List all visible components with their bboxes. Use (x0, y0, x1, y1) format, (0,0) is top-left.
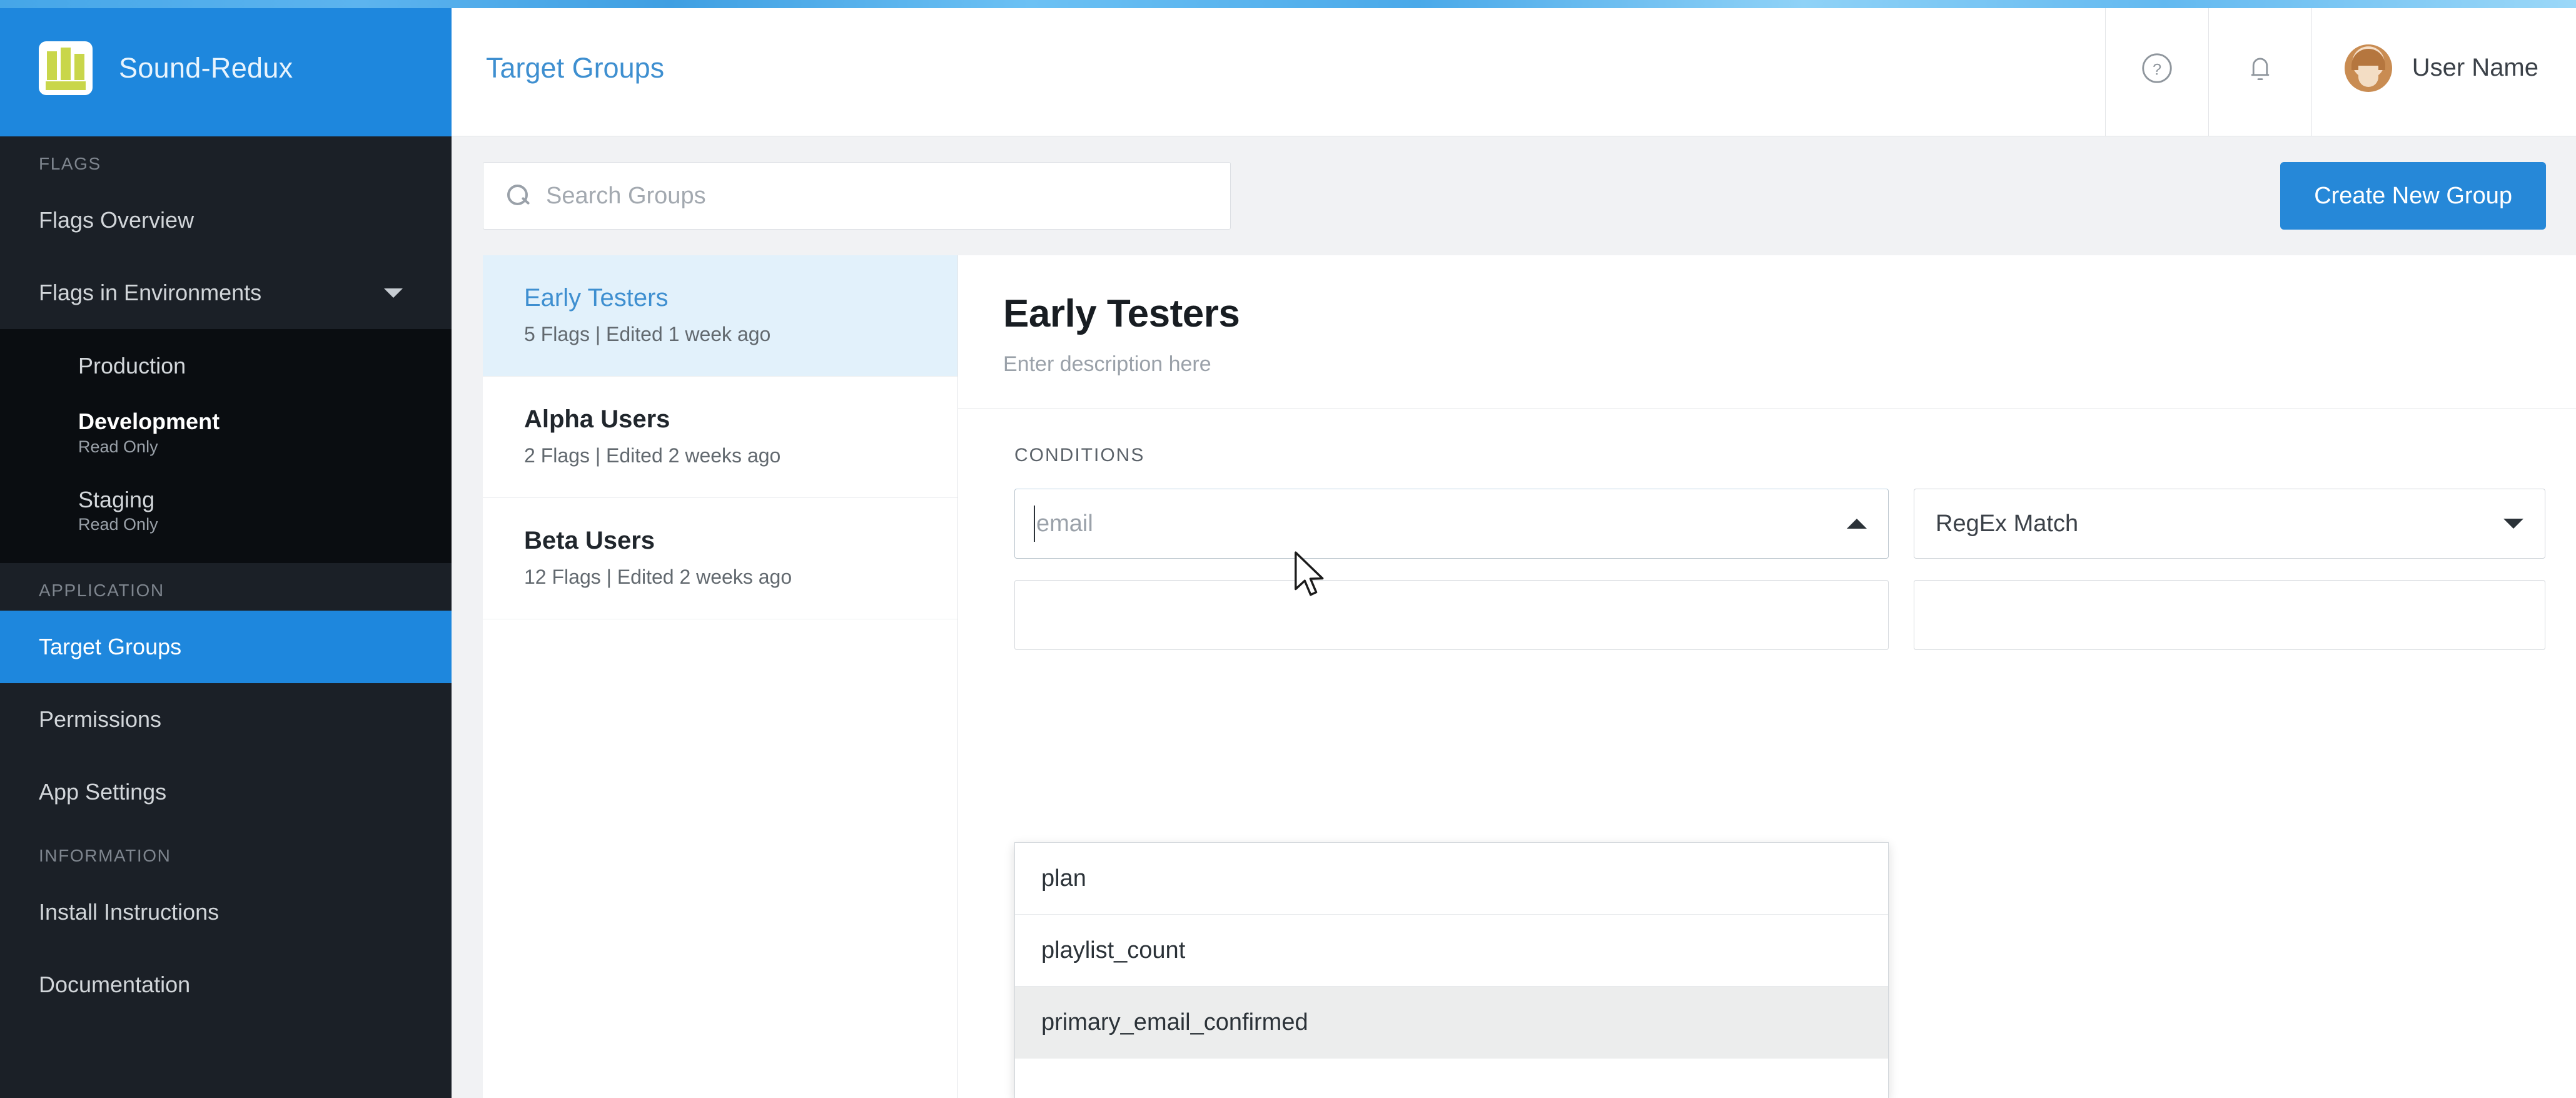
group-name: Beta Users (524, 526, 957, 556)
group-title: Early Testers (1003, 292, 2576, 336)
condition-value-input-left[interactable] (1014, 580, 1889, 650)
sidebar-item-label: Documentation (39, 972, 190, 998)
sidebar-item-flags-in-environments[interactable]: Flags in Environments (0, 257, 452, 329)
group-meta: 5 Flags | Edited 1 week ago (524, 323, 957, 346)
create-new-group-button[interactable]: Create New Group (2280, 162, 2546, 230)
sidebar-section-application: APPLICATION (0, 563, 452, 611)
operator-select[interactable]: RegEx Match (1914, 489, 2545, 559)
sidebar-item-development[interactable]: Development Read Only (0, 394, 452, 471)
top-header: Target Groups ? User Name (452, 0, 2576, 136)
sidebar-item-label: Target Groups (39, 634, 181, 660)
condition-value-row (1014, 580, 2576, 650)
page-loading-strip (0, 0, 2576, 8)
list-item[interactable]: Early Testers 5 Flags | Edited 1 week ag… (483, 255, 957, 377)
sidebar-item-staging[interactable]: Staging Read Only (0, 472, 452, 549)
sidebar-item-label: Install Instructions (39, 899, 219, 925)
condition-value-input-right[interactable] (1914, 580, 2545, 650)
group-description-input[interactable]: Enter description here (1003, 352, 2576, 377)
page-title: Target Groups (452, 0, 2105, 136)
search-groups-field[interactable] (483, 162, 1231, 230)
condition-row: email RegEx Match (1014, 489, 2576, 559)
help-button[interactable]: ? (2105, 0, 2208, 136)
environment-note: Read Only (78, 515, 452, 534)
user-menu[interactable]: User Name (2311, 0, 2576, 136)
attribute-select[interactable]: email (1014, 489, 1889, 559)
target-groups-list: Early Testers 5 Flags | Edited 1 week ag… (483, 255, 958, 1098)
dropdown-option[interactable]: playlist_count (1015, 915, 1888, 987)
sidebar-section-flags: FLAGS (0, 136, 452, 184)
operator-select-value: RegEx Match (1936, 511, 2078, 537)
environment-note: Read Only (78, 437, 452, 457)
chevron-down-icon (384, 288, 403, 298)
attribute-select-value: email (1036, 511, 1093, 537)
chevron-down-icon (2503, 519, 2523, 529)
environment-label: Production (78, 353, 452, 379)
sidebar-section-information: INFORMATION (0, 828, 452, 876)
app-logo-icon (39, 41, 93, 95)
group-name: Alpha Users (524, 404, 957, 434)
search-icon (507, 185, 530, 207)
sidebar-item-label: Permissions (39, 706, 161, 733)
conditions-section: CONDITIONS email RegEx Match (958, 409, 2576, 650)
sidebar-item-app-settings[interactable]: App Settings (0, 756, 452, 828)
dropdown-option[interactable]: plan (1015, 843, 1888, 915)
group-detail-panel: Early Testers Enter description here CON… (958, 255, 2576, 1098)
mouse-cursor (1293, 551, 1330, 602)
sidebar-item-documentation[interactable]: Documentation (0, 948, 452, 1021)
main-region: Target Groups ? User Name (452, 0, 2576, 1098)
sidebar-item-install-instructions[interactable]: Install Instructions (0, 876, 452, 948)
user-avatar (2345, 44, 2392, 92)
sidebar-item-label: Flags Overview (39, 207, 194, 233)
question-circle-icon: ? (2139, 50, 2175, 86)
notification-bell-icon (2244, 51, 2276, 86)
brand-header[interactable]: Sound-Redux (0, 0, 452, 136)
attribute-options-dropdown[interactable]: email plan playlist_count primary_email_… (1014, 842, 1889, 1098)
sidebar-item-label: Flags in Environments (39, 280, 261, 306)
sidebar-item-production[interactable]: Production (0, 338, 452, 394)
user-name-label: User Name (2412, 54, 2538, 82)
group-meta: 12 Flags | Edited 2 weeks ago (524, 566, 957, 589)
dropdown-option[interactable]: primary_email_confirmed (1015, 987, 1888, 1059)
sidebar: Sound-Redux FLAGS Flags Overview Flags i… (0, 0, 452, 1098)
text-cursor (1034, 506, 1035, 542)
chevron-up-icon (1847, 519, 1867, 529)
environment-label: Development (78, 409, 452, 434)
list-item[interactable]: Beta Users 12 Flags | Edited 2 weeks ago (483, 498, 957, 619)
environment-label: Staging (78, 487, 452, 512)
sidebar-item-flags-overview[interactable]: Flags Overview (0, 184, 452, 257)
group-name: Early Testers (524, 283, 957, 313)
groups-toolbar: Create New Group (452, 136, 2576, 255)
group-meta: 2 Flags | Edited 2 weeks ago (524, 444, 957, 467)
content-split: Early Testers 5 Flags | Edited 1 week ag… (452, 255, 2576, 1098)
sidebar-item-label: App Settings (39, 779, 166, 805)
detail-header: Early Testers Enter description here (958, 255, 2576, 409)
brand-name: Sound-Redux (119, 52, 293, 84)
notifications-button[interactable] (2208, 0, 2311, 136)
sidebar-item-target-groups[interactable]: Target Groups (0, 611, 452, 683)
svg-text:?: ? (2153, 61, 2161, 78)
sidebar-item-permissions[interactable]: Permissions (0, 683, 452, 756)
list-item[interactable]: Alpha Users 2 Flags | Edited 2 weeks ago (483, 377, 957, 498)
search-input[interactable] (546, 183, 1161, 210)
environments-subnav: Production Development Read Only Staging… (0, 329, 452, 563)
conditions-label: CONDITIONS (1014, 445, 2576, 466)
